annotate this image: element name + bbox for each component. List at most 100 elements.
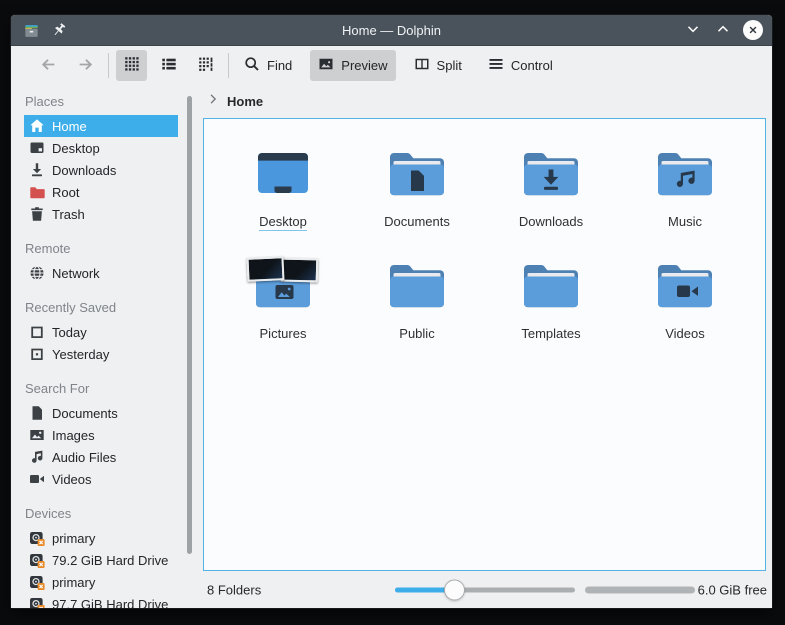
pin-icon[interactable] (51, 22, 68, 39)
calendar-yesterday-icon (29, 346, 45, 362)
folder-item-label: Desktop (259, 213, 307, 230)
titlebar[interactable]: Home — Dolphin (11, 15, 772, 46)
sidebar-item-home[interactable]: Home (24, 115, 178, 137)
places-panel: Places Home Desktop Downloads Root Trash Remot… (11, 85, 195, 608)
split-button[interactable]: Split (406, 50, 470, 81)
folder-item-label: Documents (384, 213, 450, 230)
sidebar-section-title-search-for: Search For (25, 381, 178, 397)
sidebar-item-label: 97.7 GiB Hard Drive (52, 597, 168, 609)
photo-thumbnail (246, 256, 284, 282)
split-label: Split (437, 58, 462, 73)
sidebar-item-network[interactable]: Network (24, 262, 178, 284)
folder-plain-icon (385, 253, 449, 317)
back-arrow-icon (40, 56, 57, 76)
app-menu-icon[interactable] (23, 22, 40, 39)
preview-button[interactable]: Preview (310, 50, 395, 81)
split-view-icon (414, 56, 430, 75)
close-button[interactable] (743, 20, 763, 40)
maximize-button[interactable] (713, 20, 733, 40)
forward-button[interactable] (70, 50, 101, 81)
folder-item-label: Videos (665, 325, 705, 342)
sidebar-item-images[interactable]: Images (24, 424, 178, 446)
sidebar-item-videos[interactable]: Videos (24, 468, 178, 490)
trash-icon (29, 206, 45, 222)
free-space-bar (585, 586, 695, 593)
folder-item-label: Music (668, 213, 702, 230)
drive-icon (29, 574, 45, 590)
drive-icon (29, 596, 45, 608)
breadcrumb-chevron-icon (206, 92, 220, 111)
folder-item-templates[interactable]: Templates (484, 253, 618, 365)
statusbar: 8 Folders 6.0 GiB free (195, 571, 772, 608)
search-icon (244, 56, 260, 75)
icons-view-button[interactable] (116, 50, 147, 81)
chevron-down-icon (685, 21, 701, 40)
dolphin-window: Home — Dolphin (11, 15, 772, 608)
sidebar-item-documents[interactable]: Documents (24, 402, 178, 424)
minimize-button[interactable] (683, 20, 703, 40)
hamburger-menu-icon (488, 56, 504, 75)
sidebar-item-label: Today (52, 325, 87, 340)
breadcrumb[interactable]: Home (195, 85, 772, 118)
details-view-button[interactable] (153, 50, 184, 81)
close-icon (743, 20, 763, 40)
sidebar-item-label: Videos (52, 472, 92, 487)
folder-item-label: Public (399, 325, 434, 342)
sidebar-item-primary[interactable]: primary (24, 571, 178, 593)
details-view-icon (161, 56, 177, 75)
sidebar-item-label: Home (52, 119, 87, 134)
folder-item-downloads[interactable]: Downloads (484, 141, 618, 253)
preview-image-icon (318, 56, 334, 75)
sidebar-item-79-2-gib-hard-drive[interactable]: 79.2 GiB Hard Drive (24, 549, 178, 571)
sidebar-section-title-devices: Devices (25, 506, 178, 522)
video-icon (29, 471, 45, 487)
sidebar-scrollbar[interactable] (187, 96, 192, 554)
photo-thumbnail (281, 258, 319, 283)
folder-item-videos[interactable]: Videos (618, 253, 752, 365)
sidebar-item-root[interactable]: Root (24, 181, 178, 203)
audio-icon (29, 449, 45, 465)
folder-item-documents[interactable]: Documents (350, 141, 484, 253)
control-button[interactable]: Control (480, 50, 561, 81)
drive-icon (29, 530, 45, 546)
find-button[interactable]: Find (236, 50, 300, 81)
sidebar-sections: Places Home Desktop Downloads Root Trash Remot… (11, 94, 195, 608)
folder-item-public[interactable]: Public (350, 253, 484, 365)
folder-view[interactable]: Desktop Documents Downloads Music Pictures Pu… (203, 118, 766, 571)
sidebar-item-desktop[interactable]: Desktop (24, 137, 178, 159)
sidebar-section-title-places: Places (25, 94, 178, 110)
zoom-slider[interactable] (395, 579, 575, 600)
breadcrumb-location[interactable]: Home (227, 94, 263, 109)
folder-downloads-icon (519, 141, 583, 205)
forward-arrow-icon (77, 56, 94, 76)
sidebar-item-today[interactable]: Today (24, 321, 178, 343)
preview-label: Preview (341, 58, 387, 73)
compact-view-button[interactable] (190, 50, 221, 81)
control-label: Control (511, 58, 553, 73)
folder-red-icon (29, 184, 45, 200)
find-label: Find (267, 58, 292, 73)
sidebar-item-primary[interactable]: primary (24, 527, 178, 549)
folder-pictures-icon (251, 253, 315, 317)
sidebar-item-downloads[interactable]: Downloads (24, 159, 178, 181)
back-button[interactable] (33, 50, 64, 81)
zoom-slider-handle[interactable] (444, 579, 465, 600)
folder-item-desktop[interactable]: Desktop (216, 141, 350, 253)
folder-item-pictures[interactable]: Pictures (216, 253, 350, 365)
sidebar-item-label: Root (52, 185, 79, 200)
sidebar-item-label: Desktop (52, 141, 100, 156)
sidebar-item-trash[interactable]: Trash (24, 203, 178, 225)
sidebar-item-97-7-gib-hard-drive[interactable]: 97.7 GiB Hard Drive (24, 593, 178, 608)
chevron-up-icon (715, 21, 731, 40)
download-icon (29, 162, 45, 178)
sidebar-item-audio-files[interactable]: Audio Files (24, 446, 178, 468)
folder-grid: Desktop Documents Downloads Music Pictures Pu… (204, 119, 765, 570)
image-icon (29, 427, 45, 443)
sidebar-item-label: Network (52, 266, 100, 281)
sidebar-item-yesterday[interactable]: Yesterday (24, 343, 178, 365)
sidebar-section-title-remote: Remote (25, 241, 178, 257)
sidebar-item-label: Audio Files (52, 450, 116, 465)
folder-item-music[interactable]: Music (618, 141, 752, 253)
compact-view-icon (198, 56, 214, 75)
desktop-icon (29, 140, 45, 156)
